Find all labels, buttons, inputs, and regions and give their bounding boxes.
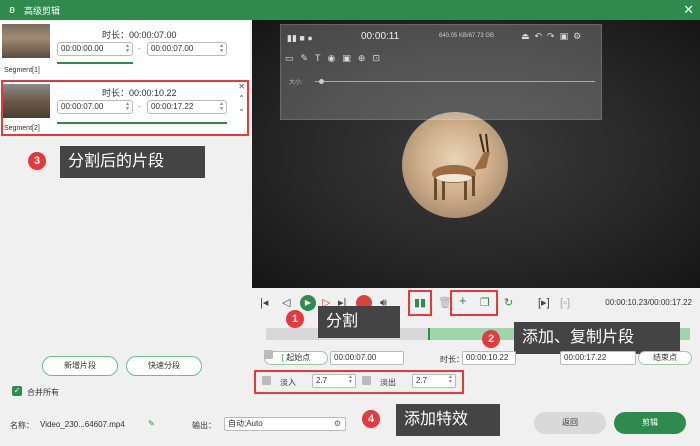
segment-item-1[interactable]: 时长：00:00:07.00 00:00:00.00 ▲ ▼ - 00:00:07.… <box>0 20 250 78</box>
callout-label-1: 分割 <box>318 306 400 338</box>
window-title: 高级剪辑 <box>24 6 61 16</box>
size-slider-knob <box>319 79 324 84</box>
output-select[interactable]: 自动;Auto ⚙ <box>224 417 346 431</box>
recorder-size-label: 大小: <box>289 80 303 86</box>
segment-duration: 时长：00:00:07.00 <box>102 30 177 40</box>
file-name: Video_230...64607.mp4 <box>40 420 125 429</box>
segment-progress <box>57 62 133 64</box>
recorder-time: 00:00:11 <box>361 31 400 42</box>
callout-number-2: 2 <box>482 330 500 348</box>
recorder-right-tools-icon: ⏏↶↷▣⚙ <box>521 31 587 41</box>
edit-name-icon[interactable]: ✎ <box>148 419 155 428</box>
gear-icon[interactable]: ⚙ <box>334 418 341 430</box>
callout-number-3: 3 <box>28 152 46 170</box>
output-label: 输出： <box>192 421 216 430</box>
highlight-effects <box>254 370 464 394</box>
spin-arrows-icon[interactable]: ▲ ▼ <box>219 44 224 54</box>
timecode: 00:00:10.23/00:00:17.22 <box>605 298 692 307</box>
callout-label-3: 分割后的片段 <box>60 146 205 178</box>
segment-start-field[interactable]: 00:00:00.00 ▲ ▼ <box>57 42 133 56</box>
callout-number-4: 4 <box>362 410 380 428</box>
clip-button[interactable]: 剪辑 <box>614 412 686 434</box>
recorder-controls-icon: ▮▮ ■ ● <box>287 33 313 43</box>
antelope-icon <box>432 133 490 200</box>
duration-label: 时长： <box>440 355 464 364</box>
merge-all-checkbox[interactable]: ✓ <box>12 386 22 396</box>
callout-number-1: 1 <box>286 310 304 328</box>
play-button[interactable]: ▶ <box>300 295 316 311</box>
recorder-overlay: ▮▮ ■ ● 00:00:11 640.05 KB/67.73 GB ⏏↶↷▣⚙… <box>280 24 602 120</box>
close-icon[interactable]: ✕ <box>683 2 694 18</box>
start-time-field[interactable]: 00:00:07.00 <box>330 351 404 365</box>
prev-frame-icon[interactable]: ◁ <box>282 296 290 310</box>
title-bar: ʚ 高级剪辑 ✕ <box>0 0 700 20</box>
highlight-split <box>408 290 432 316</box>
highlight-segments <box>1 80 249 136</box>
circle-mask-frame <box>402 112 508 218</box>
add-segment-button[interactable]: 新增片段 <box>42 356 118 376</box>
end-time-field[interactable]: 00:00:17.22 <box>560 351 636 365</box>
segment-thumbnail <box>2 24 50 58</box>
draw-tools-icon: ▭✎T◉▣⊕⊡ <box>285 53 387 63</box>
jump-start-icon[interactable]: |◂ <box>260 296 268 310</box>
callout-label-4: 添加特效 <box>396 404 500 436</box>
highlight-add-copy <box>450 290 498 316</box>
end-point-button[interactable]: 结束点 <box>638 351 692 365</box>
range-dash: - <box>138 44 141 53</box>
recorder-info: 640.05 KB/67.73 GB <box>439 33 495 39</box>
spin-arrows-icon[interactable]: ▲ ▼ <box>125 44 130 54</box>
video-preview: ▮▮ ■ ● 00:00:11 640.05 KB/67.73 GB ⏏↶↷▣⚙… <box>252 20 700 288</box>
crop-icon[interactable]: [▫] <box>560 296 570 310</box>
segment-label: Segment[1] <box>4 67 40 74</box>
trim-bracket-icon[interactable]: [▸] <box>538 296 550 310</box>
quick-split-button[interactable]: 快速分段 <box>126 356 202 376</box>
reset-icon[interactable]: ↻ <box>504 296 513 310</box>
start-point-button[interactable]: [ 起始点 <box>264 351 328 365</box>
rabbit-logo-icon: ʚ <box>9 4 15 16</box>
merge-all-label: 合并所有 <box>27 388 59 397</box>
size-slider <box>315 81 595 82</box>
callout-label-2: 添加、复制片段 <box>514 322 680 354</box>
duration-field[interactable]: 00:00:10.22 <box>462 351 516 365</box>
name-label: 名称： <box>10 421 34 430</box>
segment-end-field[interactable]: 00:00:07.00 ▲ ▼ <box>147 42 227 56</box>
back-button[interactable]: 返回 <box>534 412 606 434</box>
